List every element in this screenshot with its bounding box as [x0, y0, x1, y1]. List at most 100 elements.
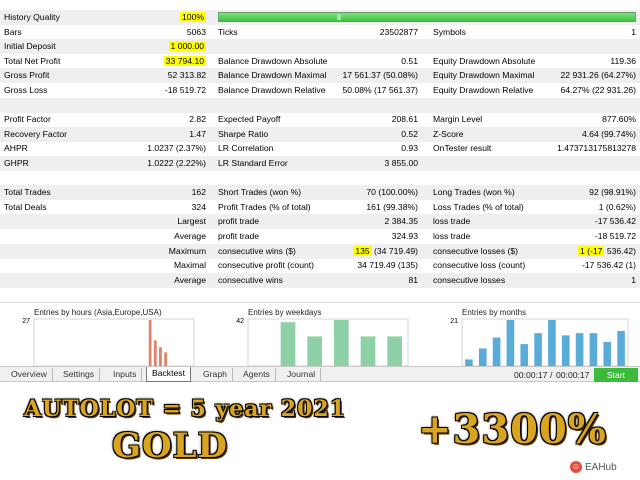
- metric-label: consecutive losses: [433, 274, 506, 285]
- highlighted-value: 1 000.00: [168, 41, 206, 52]
- metric-value: 64.27% (22 931.26): [560, 85, 637, 95]
- tab-agents[interactable]: Agents: [238, 368, 276, 382]
- metric-label: Symbols: [433, 26, 466, 37]
- metric-value: 5063: [186, 26, 206, 37]
- report-row: Recovery Factor 1.47 Sharpe Ratio 0.52 Z-Sco…: [0, 126, 640, 142]
- backtest-report-table: History Quality 100% Bars 5063 Ticks 23502877…: [0, 0, 640, 302]
- metric-label: Bars: [4, 26, 22, 37]
- start-button[interactable]: Start: [594, 368, 638, 382]
- metric-value: 1: [631, 274, 636, 285]
- chart-bar: [159, 347, 162, 366]
- highlighted-value-part: 135: [353, 245, 372, 256]
- tab-overview[interactable]: Overview: [6, 368, 53, 382]
- banner-headline: AUTOLOT = 5 year 2021: [24, 396, 347, 422]
- eahub-watermark: ☺ EAHub: [570, 460, 617, 474]
- chart-bar: [334, 320, 349, 366]
- plot-frame: [247, 318, 409, 367]
- metric-value: 0.93: [401, 143, 418, 154]
- metric-label: Balance Drawdown Relative: [218, 85, 326, 95]
- metric-value: -17 536.42 (1): [582, 260, 636, 271]
- tester-tab-bar: Journal Agents Graph Backtest Inputs Settings…: [0, 366, 640, 382]
- metric-value: 324: [191, 201, 206, 212]
- report-row: History Quality 100%: [0, 10, 640, 25]
- tab-journal[interactable]: Journal: [282, 368, 322, 382]
- metric-value: 1.0222 (2.22%): [147, 158, 206, 168]
- tab-settings[interactable]: Settings: [58, 368, 101, 382]
- report-row: Total Deals 324 Profit Trades (% of total)…: [0, 200, 640, 215]
- tab-inputs[interactable]: Inputs: [108, 368, 143, 382]
- metric-value: 135 (34 719.49): [353, 244, 418, 259]
- value-remainder: (34 719.49): [371, 245, 418, 256]
- row-group-label: Largest: [177, 216, 206, 227]
- metric-label: Profit Trades (% of total): [218, 201, 311, 212]
- highlighted-value: 100%: [180, 12, 206, 22]
- metric-label: consecutive wins ($): [218, 245, 296, 256]
- metric-label: Long Trades (won %): [433, 187, 515, 198]
- banner-percent: +3300%: [418, 406, 607, 453]
- metric-value: -18 519.72: [594, 231, 636, 241]
- metric-label: Initial Deposit: [4, 41, 56, 52]
- metric-value: 1: [631, 26, 636, 37]
- tab-graph[interactable]: Graph: [198, 368, 233, 382]
- chart-bar: [617, 330, 625, 366]
- metric-value: 22 931.26 (64.27%): [560, 70, 637, 81]
- elapsed-time: 00:00:17: [514, 370, 548, 380]
- metric-value: 1 (0.62%): [598, 201, 636, 212]
- metric-value: 50.08% (17 561.37): [342, 85, 419, 95]
- metric-label: loss trade: [433, 216, 471, 227]
- chart-bar: [153, 340, 157, 366]
- tab-backtest[interactable]: Backtest: [146, 367, 191, 382]
- banner-gold-word: GOLD: [112, 426, 229, 466]
- chart-bar: [307, 336, 322, 366]
- eahub-label: EAHub: [585, 461, 617, 473]
- chart-bar: [506, 320, 515, 366]
- chart-bar: [589, 333, 598, 366]
- metric-label: profit trade: [218, 216, 260, 227]
- report-row: Gross Loss -18 519.72 Balance Drawdown Rel…: [0, 83, 640, 98]
- metric-label: Gross Profit: [4, 70, 50, 81]
- metric-value: 3 855.00: [384, 158, 418, 168]
- metric-label: LR Correlation: [218, 143, 274, 154]
- metric-label: loss trade: [433, 231, 471, 241]
- metric-value: 33 794.10: [163, 54, 206, 69]
- metric-value: 81: [408, 274, 418, 285]
- metric-value: 324.93: [391, 231, 418, 241]
- metric-label: Z-Score: [433, 128, 464, 139]
- metric-label: Gross Loss: [4, 85, 48, 95]
- value-remainder: 536.42): [604, 245, 636, 256]
- report-row: Profit Factor 2.82 Expected Payoff 208.61 Ma…: [0, 112, 640, 127]
- metric-value: 1.47: [189, 128, 206, 139]
- highlighted-value: 33 794.10: [163, 55, 206, 66]
- metric-label: Equity Drawdown Absolute: [433, 55, 536, 66]
- metric-value: -18 519.72: [164, 85, 206, 95]
- metric-label: Balance Drawdown Absolute: [218, 55, 328, 66]
- metric-label: Sharpe Ratio: [218, 128, 269, 139]
- metric-value: 877.60%: [602, 114, 636, 125]
- metric-value: 4.64 (99.74%): [582, 128, 636, 139]
- metric-value: 100%: [180, 10, 206, 25]
- report-row: Maximum consecutive wins ($) 135 (34 719.4…: [0, 243, 640, 259]
- metric-label: Total Net Profit: [4, 55, 61, 66]
- eahub-logo-icon: ☺: [570, 461, 582, 473]
- chart-bar: [465, 359, 473, 366]
- y-axis-max-label: 21: [450, 318, 458, 325]
- metric-value: 23502877: [379, 26, 418, 37]
- chart-bar: [280, 322, 296, 366]
- report-row: Average consecutive wins 81 consecutive los…: [0, 272, 640, 288]
- history-quality-bar: [218, 12, 636, 22]
- metric-value: -17 536.42: [594, 216, 636, 227]
- report-row: [0, 171, 640, 186]
- entries-chart: Entries by hours (Asia,Europe,USA) 27: [2, 303, 202, 367]
- metric-value: 119.36: [610, 55, 636, 66]
- metric-label: AHPR: [4, 143, 28, 154]
- metric-label: consecutive loss (count): [433, 260, 526, 271]
- chart-bar: [387, 336, 402, 366]
- chart-title: Entries by hours (Asia,Europe,USA): [34, 308, 162, 317]
- metric-label: Total Trades: [4, 187, 51, 198]
- metric-label: consecutive wins: [218, 274, 283, 285]
- report-row: Total Trades 162 Short Trades (won %) 70 (1…: [0, 185, 640, 201]
- entries-charts-panel: Entries by hours (Asia,Europe,USA) 27 Entr…: [0, 302, 640, 367]
- metric-label: GHPR: [4, 158, 29, 168]
- metric-value: 92 (98.91%): [589, 187, 636, 198]
- metric-label: OnTester result: [433, 143, 492, 154]
